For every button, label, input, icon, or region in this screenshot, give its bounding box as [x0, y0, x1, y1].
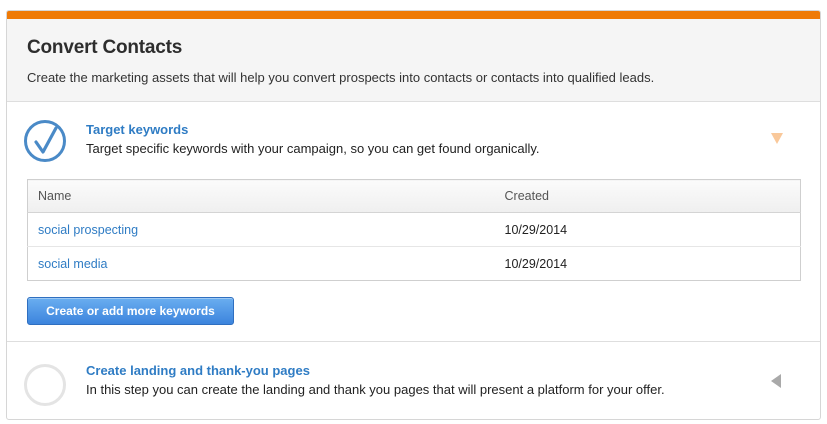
keywords-table: Name Created social prospecting 10/29/20…: [27, 179, 801, 281]
triangle-left-icon[interactable]: [771, 374, 781, 388]
step-title-landing-pages[interactable]: Create landing and thank-you pages: [86, 363, 310, 378]
triangle-down-icon[interactable]: [771, 133, 783, 144]
table-cell-name: social prospecting: [27, 212, 495, 247]
table-row: social prospecting 10/29/2014: [27, 212, 801, 247]
keyword-link[interactable]: social prospecting: [38, 223, 138, 237]
table-cell-name: social media: [27, 246, 495, 281]
step-title-target-keywords[interactable]: Target keywords: [86, 122, 188, 137]
table-cell-created: 10/29/2014: [494, 246, 801, 281]
step-description-landing-pages: In this step you can create the landing …: [86, 382, 665, 397]
step-target-keywords: Target keywords Target specific keywords…: [7, 102, 820, 342]
page-subtitle: Create the marketing assets that will he…: [27, 70, 655, 85]
checkmark-circle-icon: [24, 120, 66, 162]
step-landing-pages: Create landing and thank-you pages In th…: [7, 342, 820, 419]
step-description-target-keywords: Target specific keywords with your campa…: [86, 141, 540, 156]
page-title: Convert Contacts: [27, 37, 183, 58]
table-header-row: Name Created: [27, 179, 801, 213]
column-header-created[interactable]: Created: [494, 179, 801, 213]
keyword-link[interactable]: social media: [38, 257, 107, 271]
empty-circle-icon: [24, 364, 66, 406]
accent-bar: [7, 11, 820, 19]
table-row: social media 10/29/2014: [27, 246, 801, 281]
create-keywords-button[interactable]: Create or add more keywords: [27, 297, 234, 325]
card-header: Convert Contacts Create the marketing as…: [7, 19, 820, 102]
convert-contacts-card: Convert Contacts Create the marketing as…: [6, 10, 821, 420]
table-cell-created: 10/29/2014: [494, 212, 801, 247]
column-header-name[interactable]: Name: [27, 179, 495, 213]
